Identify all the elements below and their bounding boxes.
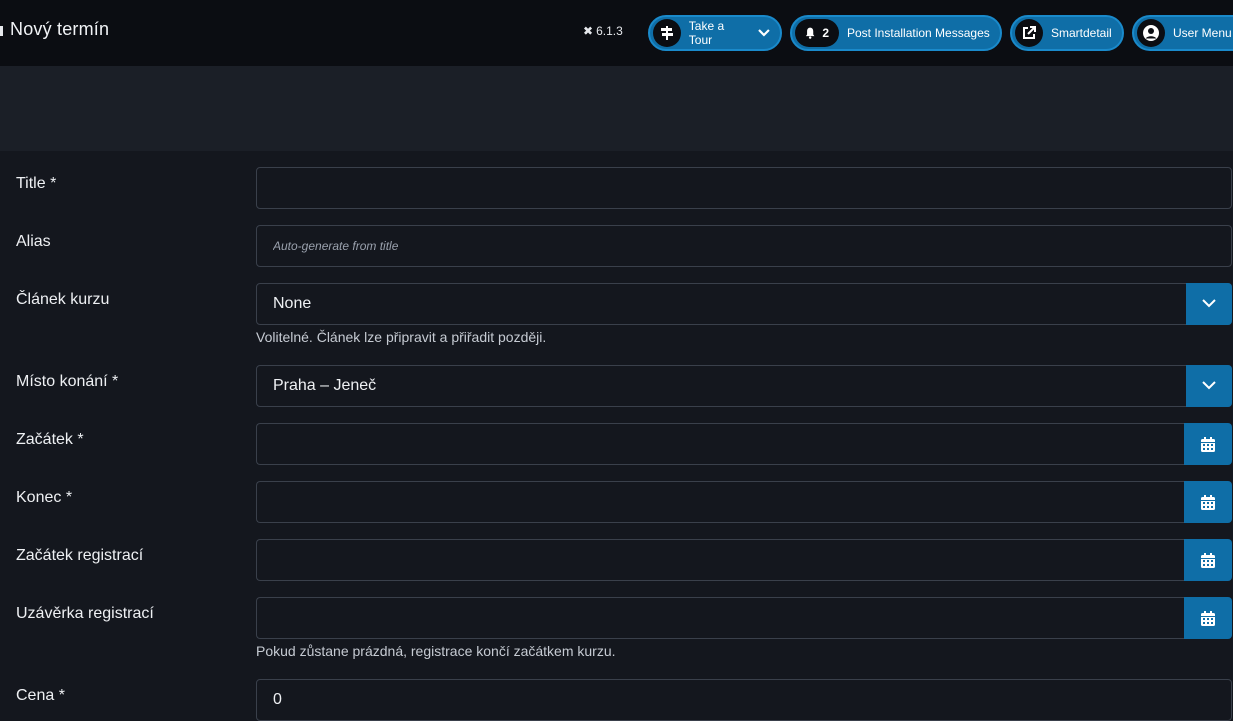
reg-end-date-field — [256, 597, 1232, 639]
reg-end-date-input[interactable] — [256, 597, 1184, 639]
place-select-value: Praha – Jeneč — [273, 377, 377, 394]
app-header: Nový termín ✖ 6.1.3 Take a Tour 2 Post I… — [0, 0, 1233, 66]
place-select[interactable]: Praha – Jeneč — [256, 364, 1232, 407]
calendar-icon — [1201, 610, 1215, 626]
calendar-icon — [1201, 436, 1215, 452]
alias-input[interactable] — [256, 225, 1232, 267]
chevron-down-icon — [758, 29, 770, 37]
message-count-badge: 2 — [822, 26, 829, 40]
start-date-field — [256, 423, 1232, 465]
reg-end-label: Uzávěrka registrací — [16, 605, 154, 622]
reg-start-label: Začátek registrací — [16, 547, 144, 564]
start-calendar-button[interactable] — [1184, 423, 1232, 465]
smartdetail-label: Smartdetail — [1051, 26, 1112, 40]
place-dropdown-button[interactable] — [1186, 364, 1232, 407]
article-help-text: Volitelné. Článek lze připravit a přiřad… — [256, 329, 547, 345]
end-label: Konec * — [16, 489, 73, 506]
chevron-down-icon — [1202, 299, 1216, 308]
title-input[interactable] — [256, 167, 1232, 209]
bell-icon: 2 — [795, 19, 839, 47]
article-select[interactable]: None — [256, 282, 1232, 325]
signpost-icon — [653, 19, 681, 47]
price-label: Cena * — [16, 687, 65, 704]
reg-start-calendar-button[interactable] — [1184, 539, 1232, 581]
user-menu-label: User Menu — [1173, 26, 1232, 40]
edit-icon — [0, 25, 3, 36]
start-label: Začátek * — [16, 431, 84, 448]
page-title-wrap: Nový termín — [0, 19, 109, 40]
user-menu-button[interactable]: User Menu — [1132, 15, 1233, 51]
version-number: 6.1.3 — [596, 24, 623, 38]
post-installation-messages-button[interactable]: 2 Post Installation Messages — [790, 15, 1002, 51]
chevron-down-icon — [1202, 381, 1216, 390]
page-title: Nový termín — [10, 19, 110, 39]
title-label: Title * — [16, 175, 57, 192]
article-select-value: None — [273, 295, 312, 312]
calendar-icon — [1201, 552, 1215, 568]
calendar-icon — [1201, 494, 1215, 510]
article-dropdown-button[interactable] — [1186, 282, 1232, 325]
take-a-tour-label: Take a Tour — [688, 19, 725, 47]
reg-start-date-input[interactable] — [256, 539, 1184, 581]
price-input[interactable] — [256, 679, 1232, 721]
end-calendar-button[interactable] — [1184, 481, 1232, 523]
end-date-input[interactable] — [256, 481, 1184, 523]
end-date-field — [256, 481, 1232, 523]
alias-label: Alias — [16, 233, 51, 250]
start-date-input[interactable] — [256, 423, 1184, 465]
post-installation-label: Post Installation Messages — [847, 26, 990, 40]
place-label: Místo konání * — [16, 373, 119, 390]
reg-end-help-text: Pokud zůstane prázdná, registrace končí … — [256, 643, 616, 659]
take-a-tour-button[interactable]: Take a Tour — [648, 15, 782, 51]
reg-start-date-field — [256, 539, 1232, 581]
version-info: ✖ 6.1.3 — [583, 24, 623, 38]
article-label: Článek kurzu — [16, 291, 110, 308]
user-circle-icon — [1137, 19, 1165, 47]
joomla-icon: ✖ — [583, 24, 594, 38]
term-form: Title * Alias Článek kurzu None Voliteln… — [0, 151, 1233, 721]
toolbar-area — [0, 66, 1233, 151]
reg-end-calendar-button[interactable] — [1184, 597, 1232, 639]
external-link-icon — [1015, 19, 1043, 47]
smartdetail-button[interactable]: Smartdetail — [1010, 15, 1124, 51]
